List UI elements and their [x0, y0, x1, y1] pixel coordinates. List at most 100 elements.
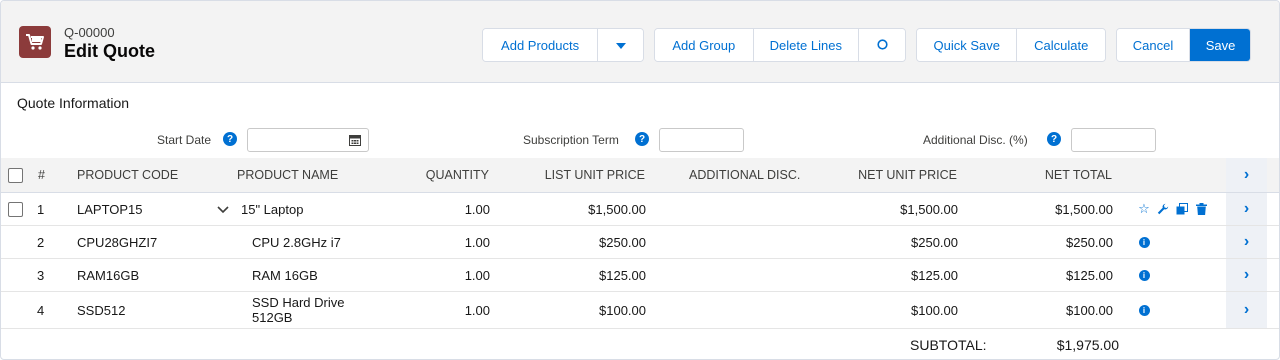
calculate-button[interactable]: Calculate	[1017, 29, 1105, 61]
list-unit-price: $1,500.00	[588, 201, 646, 217]
quantity[interactable]: 1.00	[381, 259, 490, 291]
subtotal-value: $1,975.00	[1056, 337, 1119, 353]
product-name: SSD Hard Drive 512GB	[252, 292, 344, 328]
row-details-button[interactable]: ›	[1226, 226, 1267, 258]
chevron-right-icon: ›	[1243, 266, 1250, 283]
row-number: 4	[37, 302, 45, 318]
list-unit-price: $250.00	[599, 234, 646, 250]
expand-columns-button[interactable]: ›	[1226, 158, 1267, 192]
start-date-input[interactable]	[247, 128, 369, 152]
net-unit-price: $100.00	[911, 302, 958, 318]
net-total: $250.00	[1066, 234, 1113, 250]
quote-lines-table: # PRODUCT CODE PRODUCT NAME QUANTITY LIS…	[1, 158, 1279, 359]
save-calc-group: Quick Save Calculate	[916, 28, 1106, 62]
circle-icon	[876, 38, 888, 53]
col-net-unit-price[interactable]: NET UNIT PRICE	[821, 158, 957, 192]
net-total: $100.00	[1066, 302, 1113, 318]
col-list-unit-price[interactable]: LIST UNIT PRICE	[501, 158, 645, 192]
col-net-total[interactable]: NET TOTAL	[991, 158, 1112, 192]
table-header-row: # PRODUCT CODE PRODUCT NAME QUANTITY LIS…	[1, 158, 1279, 193]
save-button[interactable]: Save	[1190, 29, 1250, 61]
chevron-right-icon: ›	[1243, 233, 1250, 250]
list-unit-price: $125.00	[599, 267, 646, 283]
net-unit-price: $250.00	[911, 234, 958, 250]
info-icon[interactable]: i	[1137, 235, 1151, 249]
trash-icon[interactable]	[1194, 202, 1208, 216]
wrench-icon[interactable]	[1156, 202, 1170, 216]
row-actions: ☆	[1137, 193, 1208, 225]
chevron-right-icon: ›	[1243, 200, 1250, 217]
col-additional-disc[interactable]: ADDITIONAL DISC.	[689, 158, 800, 192]
row-number: 2	[37, 234, 45, 250]
table-row: 3 RAM16GB RAM 16GB 1.00 $125.00 $125.00 …	[1, 259, 1279, 292]
page-title: Edit Quote	[64, 41, 155, 61]
table-row: 2 CPU28GHZI7 CPU 2.8GHz i7 1.00 $250.00 …	[1, 226, 1279, 259]
table-row: 1 LAPTOP15 15" Laptop 1.00 $1,500.00 $1,…	[1, 193, 1279, 226]
help-icon[interactable]: ?	[635, 132, 649, 146]
row-checkbox[interactable]	[8, 193, 23, 225]
quick-save-button[interactable]: Quick Save	[917, 29, 1018, 61]
quote-editor: Q-00000 Edit Quote Add Products Add Grou…	[0, 0, 1280, 360]
quantity[interactable]: 1.00	[381, 193, 490, 225]
net-total: $1,500.00	[1055, 201, 1113, 217]
chevron-down-icon	[217, 202, 229, 217]
row-details-button[interactable]: ›	[1226, 193, 1267, 225]
subtotal-row: SUBTOTAL: $1,975.00	[1, 329, 1279, 359]
calendar-icon[interactable]	[349, 134, 361, 149]
subscription-term-label: Subscription Term	[523, 133, 619, 147]
additional-disc-label: Additional Disc. (%)	[923, 133, 1028, 147]
product-code: LAPTOP15	[77, 201, 143, 217]
product-code: CPU28GHZI7	[77, 234, 158, 250]
star-icon[interactable]: ☆	[1137, 201, 1151, 216]
row-details-button[interactable]: ›	[1226, 292, 1267, 328]
circle-button[interactable]	[859, 29, 905, 61]
help-icon[interactable]: ?	[223, 132, 237, 146]
col-product-code[interactable]: PRODUCT CODE	[77, 158, 178, 192]
cart-icon	[19, 26, 51, 58]
quantity[interactable]: 1.00	[381, 226, 490, 258]
select-all-checkbox[interactable]	[8, 158, 23, 192]
net-unit-price: $125.00	[911, 267, 958, 283]
quote-number: Q-00000	[64, 25, 115, 40]
clone-icon[interactable]	[1175, 202, 1189, 216]
list-unit-price: $100.00	[599, 302, 646, 318]
start-date-label: Start Date	[157, 133, 212, 147]
quote-information-title: Quote Information	[17, 95, 130, 111]
additional-disc-input[interactable]	[1071, 128, 1156, 152]
product-code: RAM16GB	[77, 267, 140, 283]
cancel-button[interactable]: Cancel	[1117, 29, 1190, 61]
add-products-button[interactable]: Add Products	[483, 29, 599, 61]
add-products-group: Add Products	[482, 28, 644, 62]
col-number: #	[38, 168, 45, 182]
add-products-dropdown-button[interactable]	[598, 29, 643, 61]
subtotal-label: SUBTOTAL:	[910, 337, 987, 353]
chevron-right-icon: ›	[1243, 301, 1250, 318]
chevron-right-icon: ›	[1243, 166, 1250, 183]
net-total: $125.00	[1066, 267, 1113, 283]
table-row: 4 SSD512 SSD Hard Drive 512GB 1.00 $100.…	[1, 292, 1279, 329]
bundle-toggle-button[interactable]	[217, 193, 229, 225]
subscription-term-input[interactable]	[659, 128, 744, 152]
product-name: CPU 2.8GHz i7	[252, 234, 341, 250]
cancel-save-group: Cancel Save	[1116, 28, 1251, 62]
col-product-name[interactable]: PRODUCT NAME	[237, 158, 338, 192]
product-name: RAM 16GB	[252, 267, 318, 283]
delete-lines-button[interactable]: Delete Lines	[753, 29, 860, 61]
col-quantity[interactable]: QUANTITY	[381, 158, 489, 192]
row-details-button[interactable]: ›	[1226, 259, 1267, 291]
product-code: SSD512	[77, 302, 126, 318]
row-number: 3	[37, 267, 45, 283]
caret-down-icon	[615, 38, 626, 53]
row-number: 1	[37, 201, 45, 217]
add-group-button[interactable]: Add Group	[655, 29, 754, 61]
info-icon[interactable]: i	[1137, 303, 1151, 317]
page-header: Q-00000 Edit Quote Add Products Add Grou…	[1, 1, 1279, 83]
product-name-line: SSD Hard Drive	[252, 295, 345, 310]
quantity[interactable]: 1.00	[381, 292, 490, 328]
help-icon[interactable]: ?	[1047, 132, 1061, 146]
net-unit-price: $1,500.00	[900, 201, 958, 217]
product-name: 15" Laptop	[241, 201, 304, 217]
line-actions-group: Add Group Delete Lines	[654, 28, 906, 62]
row-actions: i	[1137, 292, 1151, 328]
info-icon[interactable]: i	[1137, 268, 1151, 282]
